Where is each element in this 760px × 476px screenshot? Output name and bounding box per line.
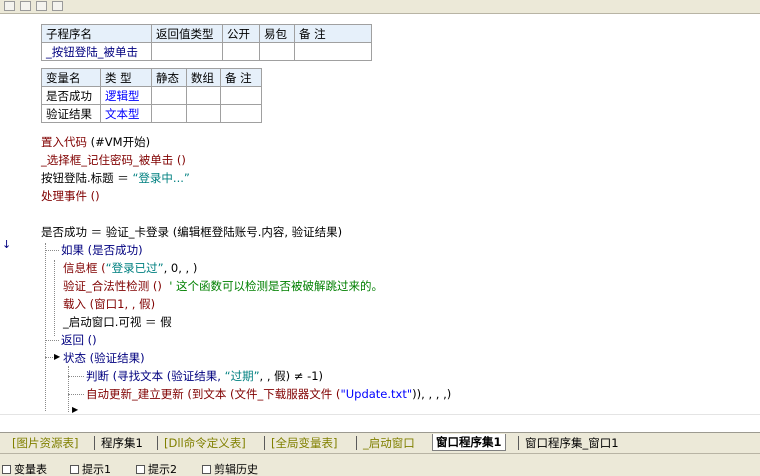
- variable-icon: [2, 465, 11, 474]
- code-string: “登录已过”: [105, 261, 164, 275]
- var-remark-cell[interactable]: [220, 86, 262, 105]
- bottom-tab-variables[interactable]: 变量表: [2, 464, 47, 476]
- code-text: 如果 (是否成功): [61, 243, 143, 257]
- code-line[interactable]: 按钮登陆.标题 ＝ “登录中...”: [41, 169, 190, 187]
- code-command: 置入代码: [41, 135, 87, 149]
- code-line[interactable]: 自动更新_建立更新 (到文本 (文件_下载服器文件 ("Update.txt")…: [86, 385, 451, 403]
- code-args: , 0, , ): [163, 261, 198, 275]
- document-tab-bar: [图片资源表] 程序集1 [Dll命令定义表] [全局变量表] _启动窗口 窗口…: [0, 432, 760, 453]
- tab-image-resources[interactable]: [图片资源表]: [9, 435, 81, 451]
- sub-remark-cell[interactable]: [294, 42, 372, 61]
- code-text: 是否成功 ＝ 验证_卡登录 (编辑框登陆账号.内容, 验证结果): [41, 225, 343, 239]
- var-static-cell[interactable]: [151, 86, 187, 105]
- bottom-tab-hint2[interactable]: 提示2: [136, 464, 177, 476]
- hint-icon: [136, 465, 145, 474]
- code-args: , , 假) ≠ -1): [259, 369, 324, 383]
- toolbar: [0, 0, 760, 14]
- tab-window-assembly-window1[interactable]: 窗口程序集_窗口1: [522, 435, 622, 451]
- code-text: 处理事件 (): [41, 189, 100, 203]
- code-line[interactable]: 状态 (验证结果): [63, 349, 145, 367]
- flow-guide-line: [68, 376, 84, 377]
- toolbar-button-2[interactable]: [20, 1, 31, 11]
- variable-table: 变量名 类 型 静态 数组 备 注 是否成功 逻辑型 验证结果 文本型: [41, 68, 262, 123]
- var-static-cell[interactable]: [151, 104, 187, 123]
- code-line[interactable]: 如果 (是否成功): [61, 241, 143, 259]
- code-line[interactable]: 处理事件 (): [41, 187, 100, 205]
- var-array-cell[interactable]: [186, 86, 221, 105]
- code-line[interactable]: _选择框_记住密码_被单击 (): [41, 151, 186, 169]
- var-type-cell[interactable]: 逻辑型: [100, 86, 152, 105]
- code-comment: ' 这个函数可以检测是否被破解跳过来的。: [169, 279, 384, 293]
- sub-public-cell[interactable]: [222, 42, 260, 61]
- code-line[interactable]: 信息框 (“登录已过”, 0, , ): [63, 259, 197, 277]
- sub-header-epkg: 易包: [259, 24, 295, 43]
- code-text: 按钮登陆.标题 ＝: [41, 171, 133, 185]
- code-line[interactable]: 返回 (): [61, 331, 97, 349]
- var-name-cell[interactable]: 是否成功: [41, 86, 101, 105]
- flow-guide-line: [54, 260, 55, 336]
- var-header-array: 数组: [186, 68, 221, 87]
- var-header-name: 变量名: [41, 68, 101, 87]
- code-text: 验证_合法性检测 (): [63, 279, 170, 293]
- clipboard-icon: [202, 465, 211, 474]
- code-text: 自动更新_建立更新 (到文本 (文件_下载服器文件 (: [86, 387, 341, 401]
- var-remark-cell[interactable]: [220, 104, 262, 123]
- var-header-static: 静态: [151, 68, 187, 87]
- flow-arrow-icon: ▶: [54, 352, 61, 361]
- tab-startup-window[interactable]: _启动窗口: [360, 435, 418, 451]
- tab-assembly-1[interactable]: 程序集1: [98, 435, 146, 451]
- code-string: "Update.txt": [340, 387, 413, 401]
- bottom-tab-hint1[interactable]: 提示1: [70, 464, 111, 476]
- code-line[interactable]: 载入 (窗口1, , 假): [63, 295, 155, 313]
- sub-header-remark: 备 注: [294, 24, 372, 43]
- tab-dll-commands[interactable]: [Dll命令定义表]: [161, 435, 249, 451]
- code-args: )), , , ,): [412, 387, 452, 401]
- var-name-cell[interactable]: 验证结果: [41, 104, 101, 123]
- code-line[interactable]: 判断 (寻找文本 (验证结果, “过期”, , 假) ≠ -1): [86, 367, 323, 385]
- flow-guide-line: [45, 250, 59, 251]
- flow-arrow-icon: ▶: [72, 405, 79, 414]
- bottom-panel-tabs: 变量表 提示1 提示2 剪辑历史: [0, 453, 760, 476]
- code-line[interactable]: 置入代码 (#VM开始): [41, 133, 150, 151]
- code-text: 信息框 (: [63, 261, 106, 275]
- code-line[interactable]: 验证_合法性检测 () ' 这个函数可以检测是否被破解跳过来的。: [63, 277, 383, 295]
- code-line[interactable]: _启动窗口.可视 ＝ 假: [63, 313, 172, 331]
- code-text: 返回 (): [61, 333, 97, 347]
- bottom-tab-clip-history[interactable]: 剪辑历史: [202, 464, 258, 476]
- flow-guide-line: [68, 394, 84, 395]
- toolbar-button-4[interactable]: [52, 1, 63, 11]
- sub-header-return-type: 返回值类型: [151, 24, 223, 43]
- tab-global-variables[interactable]: [全局变量表]: [268, 435, 340, 451]
- var-array-cell[interactable]: [186, 104, 221, 123]
- flow-guide-line: [68, 366, 69, 412]
- var-header-type: 类 型: [100, 68, 152, 87]
- code-keyword: 判断 (寻找文本 (验证结果,: [86, 369, 225, 383]
- sub-name-cell[interactable]: _按钮登陆_被单击: [41, 42, 152, 61]
- sub-epkg-cell[interactable]: [259, 42, 295, 61]
- hint-icon: [70, 465, 79, 474]
- sub-header-name: 子程序名: [41, 24, 152, 43]
- subroutine-table: 子程序名 返回值类型 公开 易包 备 注 _按钮登陆_被单击: [41, 24, 372, 61]
- flow-guide-line: [45, 243, 46, 411]
- editor-gutter[interactable]: ↓: [0, 14, 11, 414]
- var-header-remark: 备 注: [220, 68, 262, 87]
- toolbar-button-3[interactable]: [36, 1, 47, 11]
- code-args: (#VM开始): [87, 135, 151, 149]
- sub-return-type-cell[interactable]: [151, 42, 223, 61]
- code-text: _启动窗口.可视 ＝ 假: [63, 315, 172, 329]
- code-line[interactable]: 是否成功 ＝ 验证_卡登录 (编辑框登陆账号.内容, 验证结果): [41, 223, 342, 241]
- code-string: “登录中...”: [132, 171, 190, 185]
- code-editor[interactable]: 子程序名 返回值类型 公开 易包 备 注 _按钮登陆_被单击 变量名 类 型 静…: [10, 14, 760, 414]
- sub-header-public: 公开: [222, 24, 260, 43]
- tab-window-assembly-1[interactable]: 窗口程序集1: [432, 434, 506, 451]
- code-text: 载入 (窗口1, , 假): [63, 297, 156, 311]
- code-text: _选择框_记住密码_被单击 (): [41, 153, 186, 167]
- var-type-cell[interactable]: 文本型: [100, 104, 152, 123]
- code-text: 状态 (验证结果): [63, 351, 145, 365]
- code-string: “过期”: [224, 369, 260, 383]
- toolbar-button-1[interactable]: [4, 1, 15, 11]
- horizontal-scrollbar[interactable]: [0, 414, 760, 432]
- flow-guide-line: [45, 340, 59, 341]
